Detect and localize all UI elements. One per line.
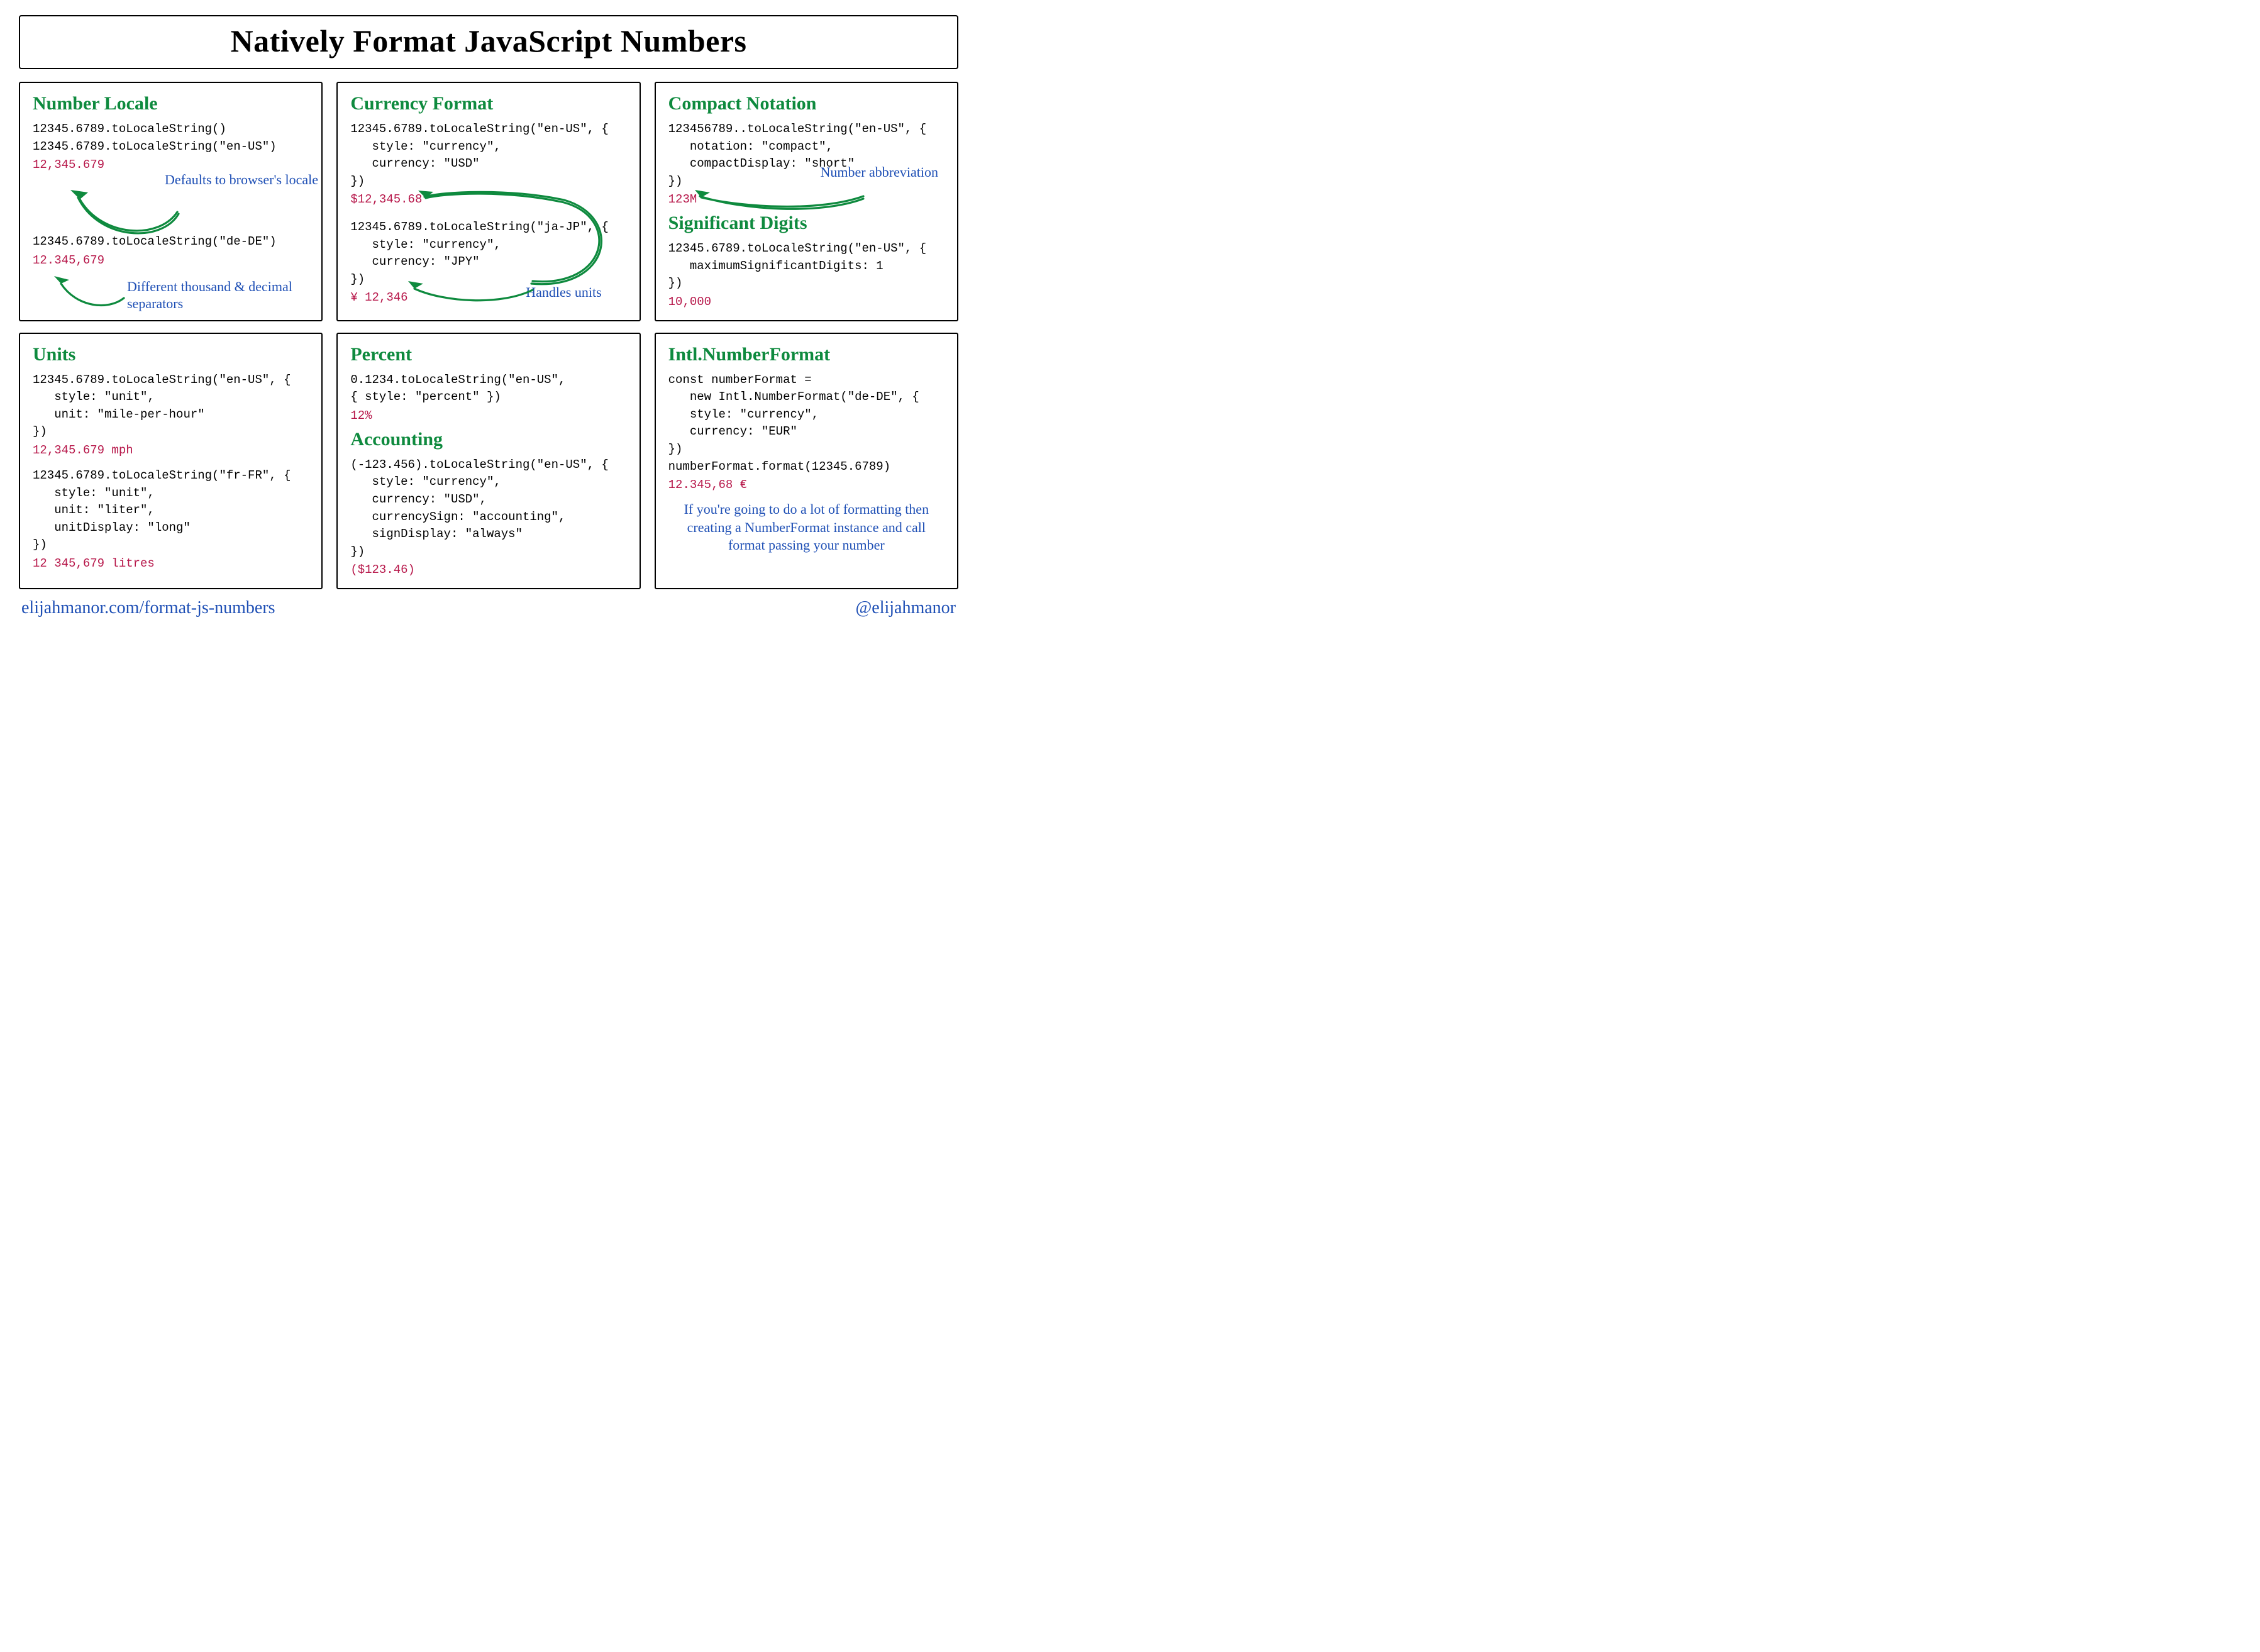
footer-link: elijahmanor.com/format-js-numbers	[21, 598, 275, 618]
code-result: 123M	[668, 192, 944, 206]
code-result: 12.345,679	[33, 253, 309, 267]
code-result: ($123.46)	[350, 563, 626, 577]
card-heading: Percent	[350, 344, 626, 365]
footer-handle: @elijahmanor	[855, 598, 956, 618]
card-percent-accounting: Percent 0.1234.toLocaleString("en-US", {…	[336, 333, 640, 589]
card-heading: Units	[33, 344, 309, 365]
card-compact-significant: Compact Notation 123456789..toLocaleStri…	[655, 82, 958, 321]
annotation: Handles units	[526, 284, 601, 301]
code-block: 12345.6789.toLocaleString("en-US", { sty…	[350, 121, 626, 190]
code-block: (-123.456).toLocaleString("en-US", { sty…	[350, 457, 626, 560]
code-block: 12345.6789.toLocaleString() 12345.6789.t…	[33, 121, 309, 155]
cards-grid: Number Locale 12345.6789.toLocaleString(…	[19, 82, 958, 589]
code-result: 12 345,679 litres	[33, 557, 309, 570]
card-number-locale: Number Locale 12345.6789.toLocaleString(…	[19, 82, 323, 321]
code-block: 12345.6789.toLocaleString("de-DE")	[33, 233, 309, 251]
footer: elijahmanor.com/format-js-numbers @elija…	[19, 598, 958, 618]
card-currency-format: Currency Format 12345.6789.toLocaleStrin…	[336, 82, 640, 321]
code-block: 12345.6789.toLocaleString("en-US", { max…	[668, 240, 944, 292]
code-result: 12,345.679	[33, 158, 309, 172]
card-intl-numberformat: Intl.NumberFormat const numberFormat = n…	[655, 333, 958, 589]
card-heading: Number Locale	[33, 93, 309, 114]
code-block: 0.1234.toLocaleString("en-US", { style: …	[350, 372, 626, 406]
code-block: 12345.6789.toLocaleString("en-US", { sty…	[33, 372, 309, 441]
card-heading: Compact Notation	[668, 93, 944, 114]
annotation: If you're going to do a lot of formattin…	[668, 501, 944, 555]
code-result: 12%	[350, 409, 626, 423]
code-result: 12,345.679 mph	[33, 443, 309, 457]
annotation: Number abbreviation	[820, 164, 938, 181]
card-units: Units 12345.6789.toLocaleString("en-US",…	[19, 333, 323, 589]
code-result: $12,345.68	[350, 192, 626, 206]
code-result: 10,000	[668, 295, 944, 309]
code-block: const numberFormat = new Intl.NumberForm…	[668, 372, 944, 475]
annotation: Different thousand & decimal separators	[127, 278, 321, 313]
title-container: Natively Format JavaScript Numbers	[19, 15, 958, 69]
code-result: 12.345,68 €	[668, 478, 944, 492]
page-title: Natively Format JavaScript Numbers	[20, 23, 957, 59]
annotation: Defaults to browser's locale	[165, 171, 318, 189]
card-heading: Accounting	[350, 429, 626, 450]
card-heading: Significant Digits	[668, 213, 944, 234]
code-block: 12345.6789.toLocaleString("fr-FR", { sty…	[33, 467, 309, 554]
card-heading: Intl.NumberFormat	[668, 344, 944, 365]
card-heading: Currency Format	[350, 93, 626, 114]
code-block: 12345.6789.toLocaleString("ja-JP", { sty…	[350, 219, 626, 288]
